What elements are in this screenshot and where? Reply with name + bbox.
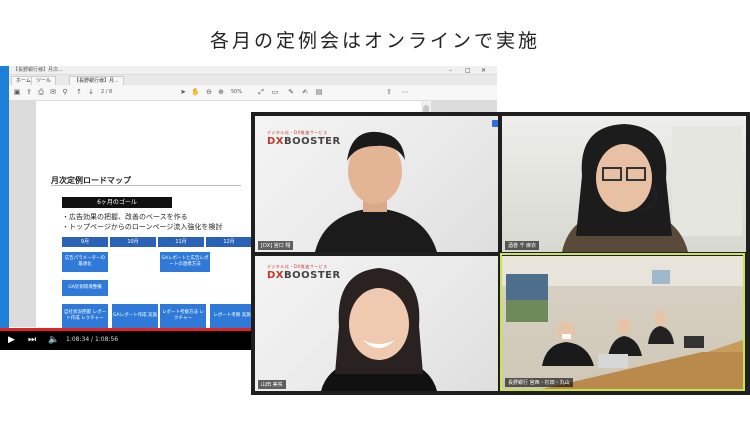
participant-video [321,268,437,391]
goal-label: 6ヶ月のゴール [62,197,172,208]
month-cell: 12月 [206,237,252,247]
email-icon[interactable]: ✉ [49,88,57,96]
comment-icon[interactable]: ▭ [271,88,279,96]
month-cell: 9月 [62,237,108,247]
time-display: 1:08:34 / 1:08:56 [66,336,119,343]
close-icon[interactable]: ✕ [481,66,486,74]
participant-name: 酒巻 千 麻衣 [505,241,540,250]
participant-tile[interactable]: 酒巻 千 麻衣 [502,116,746,252]
window-title: 【長野銀行様】月次... [13,67,63,73]
stamp-icon[interactable]: ▤ [315,88,323,96]
bullet-item: ・トップページからのローンページ流入強化を検討 [62,223,223,231]
month-cell: 11月 [158,237,204,247]
participant-name: [DX] 宮口 翔 [258,241,294,250]
participant-tile[interactable]: デジタル化・DX推進サービス DXBOOSTER 山田 美咲 [255,256,498,391]
bullet-item: ・広告効果の把握、改善のベースを作る [62,213,188,221]
tile-menu-icon[interactable] [492,120,498,127]
play-icon[interactable]: ▶ [8,335,15,346]
zoom-in-icon[interactable]: ⊕ [217,88,225,96]
roadmap-box: GAレポート作成 実施 [112,304,158,328]
slide-divider [51,185,241,186]
maximize-icon[interactable]: □ [465,66,471,74]
fit-page-icon[interactable]: ⤢ [257,88,265,96]
save-icon[interactable]: ▣ [13,88,21,96]
sign-icon[interactable]: ✍ [301,88,309,96]
next-page-icon[interactable]: ↓ [87,88,95,96]
zoom-out-icon[interactable]: ⊖ [205,88,213,96]
page-indicator[interactable]: 2 / 8 [101,89,112,95]
more-icon[interactable]: ⋯ [401,88,409,96]
print-icon[interactable]: ⎙ [37,88,45,96]
month-header: 9月 10月 11月 12月 [62,237,252,247]
zoom-level[interactable]: 50% [231,89,242,95]
cursor-icon[interactable]: ➤ [179,88,187,96]
video-conference-grid: デジタル化・DX推進サービス DXBOOSTER [DX] 宮口 翔 酒巻 千 … [251,112,750,395]
roadmap-box: レポート考察 実施 [210,304,254,328]
share-icon[interactable]: ⇧ [385,88,393,96]
roadmap-box: GAレポートと広告レポートの連携方法 [160,252,210,272]
participant-video [315,131,437,252]
roadmap-box: GA計測環境整備 [62,280,108,296]
active-speaker-highlight [500,253,745,391]
participant-tile[interactable]: デジタル化・DX推進サービス DXBOOSTER [DX] 宮口 翔 [255,116,498,252]
upload-icon[interactable]: ⇪ [25,88,33,96]
window-titlebar: 【長野銀行様】月次... – □ ✕ [9,66,497,75]
page-headline: 各月の定例会はオンラインで実施 [209,30,540,52]
hand-icon[interactable]: ✋ [191,88,200,96]
pdf-toolbar: ▣ ⇪ ⎙ ✉ ⚲ ↑ ↓ 2 / 8 ➤ ✋ ⊖ ⊕ 50% ⤢ ▭ ✎ ✍ … [9,85,497,101]
minimize-icon[interactable]: – [449,66,452,74]
volume-icon[interactable]: 🔈 [48,335,59,346]
pen-icon[interactable]: ✎ [287,88,295,96]
next-icon[interactable]: ⏭ [28,335,36,346]
participant-name: 山田 美咲 [258,380,286,389]
prev-page-icon[interactable]: ↑ [75,88,83,96]
search-icon[interactable]: ⚲ [61,88,69,96]
roadmap-box: レポート考察方法 レクチャー [160,304,206,328]
month-cell: 10月 [110,237,156,247]
participant-video [562,124,742,252]
roadmap-box: 広告パラメーターの最適化 [62,252,108,272]
roadmap-box: 自社状況把握 レポート作成 レクチャー [62,304,108,328]
